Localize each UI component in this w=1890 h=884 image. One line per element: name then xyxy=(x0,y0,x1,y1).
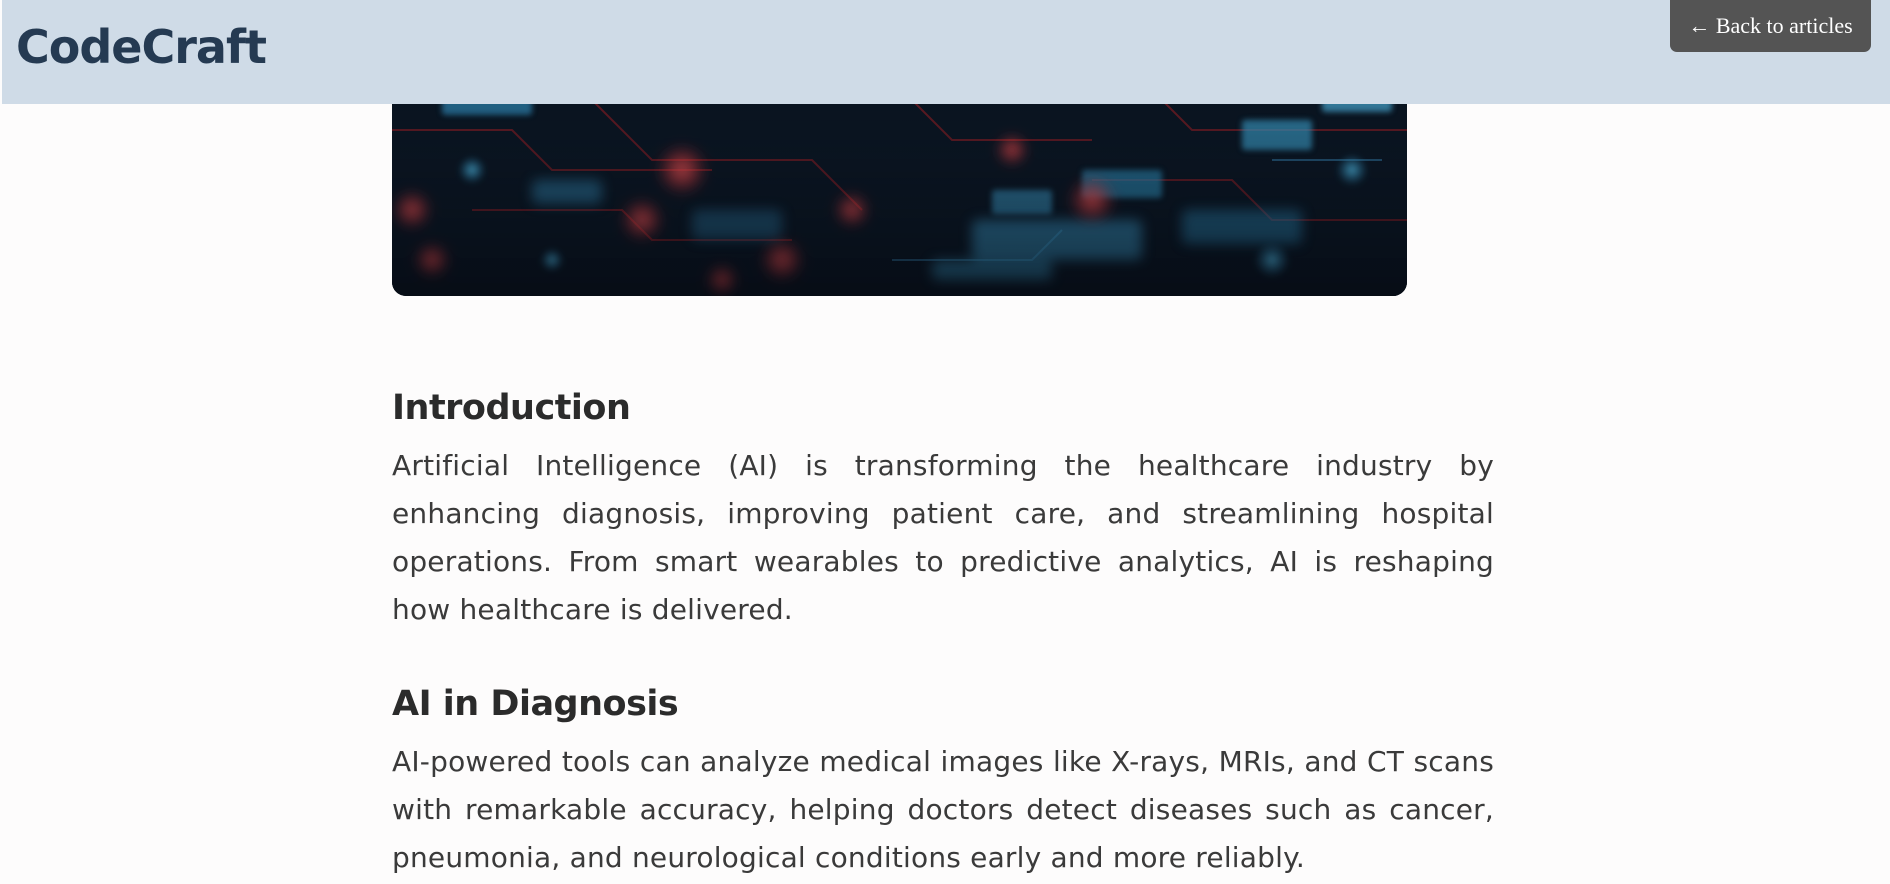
site-logo[interactable]: CodeCraft xyxy=(16,18,267,76)
section-introduction: Introduction Artificial Intelligence (AI… xyxy=(392,380,1494,634)
section-ai-in-diagnosis: AI in Diagnosis AI-powered tools can ana… xyxy=(392,676,1494,882)
site-header: CodeCraft ← Back to articles xyxy=(2,0,1890,104)
section-heading: Introduction xyxy=(392,388,631,428)
section-body: Artificial Intelligence (AI) is transfor… xyxy=(392,449,1494,626)
back-to-articles-button[interactable]: ← Back to articles xyxy=(1670,0,1871,52)
section-heading: AI in Diagnosis xyxy=(392,684,679,724)
article-content: Introduction Artificial Intelligence (AI… xyxy=(392,380,1494,882)
section-body: AI-powered tools can analyze medical ima… xyxy=(392,745,1494,874)
